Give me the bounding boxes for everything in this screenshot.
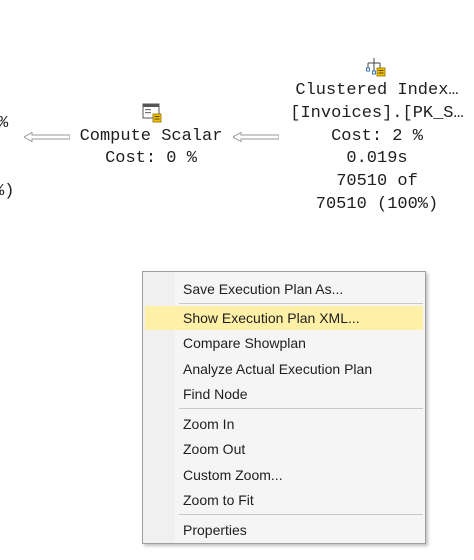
compute-scalar-icon[interactable] — [142, 103, 162, 123]
clustered-index-name[interactable]: Clustered Index… — [282, 80, 472, 103]
clustered-index-object: [Invoices].[PK_S… — [290, 104, 464, 123]
left-operator-rows-fragment: %) — [0, 182, 15, 201]
clustered-index-time: 0.019s — [346, 149, 408, 168]
menu-separator — [179, 408, 423, 409]
menu-separator — [179, 514, 423, 515]
compute-scalar-cost: Cost: 0 % — [105, 149, 197, 168]
clustered-index-scan-icon[interactable] — [366, 57, 386, 77]
left-operator-cost-fragment: % — [0, 113, 8, 136]
menu-item-zoom-out[interactable]: Zoom Out — [145, 437, 423, 461]
menu-item-compare-showplan[interactable]: Compare Showplan — [145, 331, 423, 355]
menu-item-save-execution-plan-as[interactable]: Save Execution Plan As... — [145, 277, 423, 301]
execution-plan-context-menu: Save Execution Plan As... Show Execution… — [142, 271, 426, 544]
clustered-index-cost: Cost: 2 % — [331, 127, 423, 146]
menu-item-show-execution-plan-xml[interactable]: Show Execution Plan XML... — [145, 306, 423, 330]
menu-item-zoom-to-fit[interactable]: Zoom to Fit — [145, 488, 423, 512]
menu-item-custom-zoom[interactable]: Custom Zoom... — [145, 463, 423, 487]
data-flow-arrow-icon — [233, 132, 279, 142]
clustered-index-rows-actual: 70510 of — [336, 172, 418, 191]
data-flow-arrow-icon — [24, 132, 70, 142]
menu-item-find-node[interactable]: Find Node — [145, 382, 423, 406]
menu-item-analyze-actual-execution-plan[interactable]: Analyze Actual Execution Plan — [145, 357, 423, 381]
clustered-index-rows-estimated: 70510 (100%) — [315, 195, 439, 214]
menu-separator — [179, 303, 423, 304]
menu-item-zoom-in[interactable]: Zoom In — [145, 412, 423, 436]
compute-scalar-name[interactable]: Compute Scalar — [70, 126, 232, 149]
menu-item-properties[interactable]: Properties — [145, 518, 423, 542]
